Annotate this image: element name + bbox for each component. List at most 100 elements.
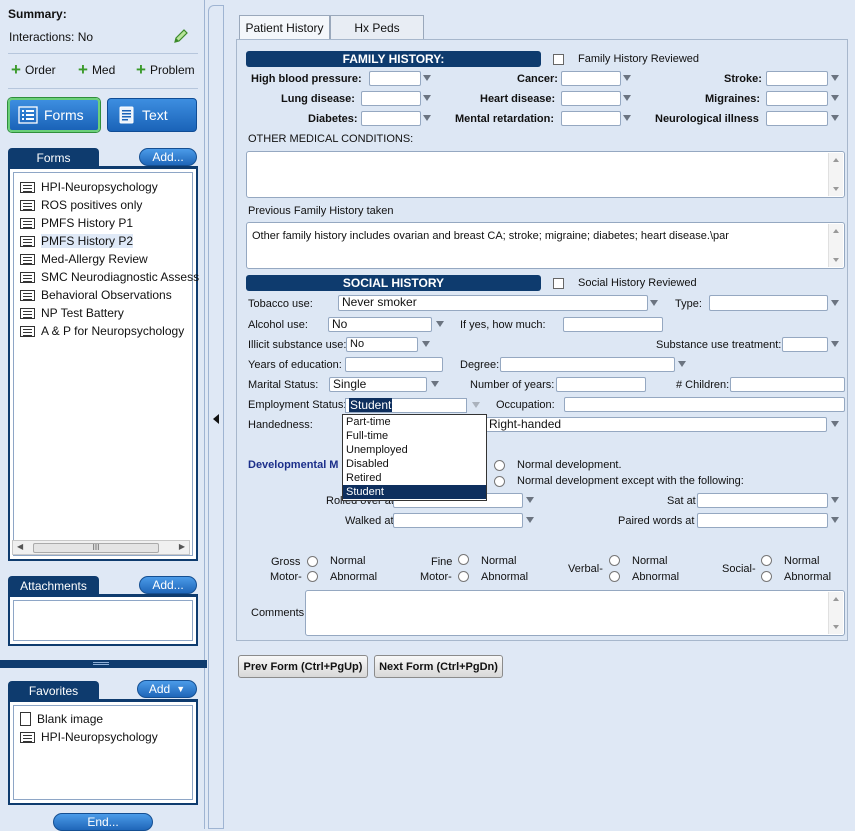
list-item[interactable]: PMFS History P1	[20, 214, 133, 232]
chevron-down-icon[interactable]	[678, 361, 686, 367]
option-part-time[interactable]: Part-time	[343, 415, 486, 429]
social-abnormal-radio[interactable]	[761, 571, 772, 582]
previous-history-textarea[interactable]: Other family history includes ovarian an…	[246, 222, 845, 269]
chevron-down-icon[interactable]	[623, 75, 631, 81]
forms-mode-button[interactable]: Forms	[8, 98, 100, 132]
tobacco-field[interactable]: Never smoker	[338, 295, 648, 311]
panel-splitter[interactable]	[0, 660, 207, 668]
list-item[interactable]: SMC Neurodiagnostic Assess	[20, 268, 199, 286]
comments-textarea[interactable]	[305, 590, 845, 636]
verbal-normal-radio[interactable]	[609, 555, 620, 566]
tab-patient-history[interactable]: Patient History	[239, 15, 330, 40]
social-history-reviewed-checkbox[interactable]	[553, 278, 564, 289]
text-mode-button[interactable]: Text	[107, 98, 197, 132]
tab-hx-peds[interactable]: Hx Peds	[330, 15, 424, 39]
chevron-down-icon[interactable]	[623, 115, 631, 121]
collapse-arrow-icon[interactable]	[213, 414, 219, 424]
other-conditions-textarea[interactable]	[246, 151, 845, 198]
sat-field[interactable]	[697, 493, 828, 508]
next-form-button[interactable]: Next Form (Ctrl+PgDn)	[374, 655, 503, 678]
chevron-down-icon[interactable]	[436, 321, 444, 327]
hbp-field[interactable]	[369, 71, 421, 86]
employment-field[interactable]: Student	[345, 398, 467, 413]
employment-dropdown[interactable]: Part-time Full-time Unemployed Disabled …	[342, 414, 487, 501]
paired-field[interactable]	[697, 513, 828, 528]
chevron-down-icon[interactable]	[472, 402, 480, 408]
normal-except-radio[interactable]	[494, 476, 505, 487]
treatment-field[interactable]	[782, 337, 828, 352]
alcohol-field[interactable]: No	[328, 317, 432, 332]
chevron-down-icon[interactable]	[422, 341, 430, 347]
chevron-down-icon[interactable]	[831, 115, 839, 121]
chevron-down-icon[interactable]	[423, 75, 431, 81]
chevron-down-icon[interactable]	[831, 300, 839, 306]
forms-list-scrollbar[interactable]: ◀ III ▶	[12, 540, 190, 555]
chevron-down-icon[interactable]	[831, 517, 839, 523]
scrollbar[interactable]	[828, 592, 843, 634]
type-field[interactable]	[709, 295, 828, 311]
list-item[interactable]: A & P for Neuropsychology	[20, 322, 184, 340]
cancer-field[interactable]	[561, 71, 621, 86]
years-field[interactable]	[556, 377, 646, 392]
heart-field[interactable]	[561, 91, 621, 106]
prev-form-button[interactable]: Prev Form (Ctrl+PgUp)	[238, 655, 368, 678]
list-item[interactable]: Blank image	[20, 710, 103, 728]
option-retired[interactable]: Retired	[343, 471, 486, 485]
add-med-button[interactable]: + Med	[78, 61, 115, 78]
chevron-down-icon[interactable]	[650, 300, 658, 306]
lung-field[interactable]	[361, 91, 421, 106]
add-favorite-button[interactable]: Add ▼	[137, 680, 197, 698]
chevron-down-icon[interactable]	[526, 517, 534, 523]
option-student[interactable]: Student	[343, 485, 486, 499]
add-attachment-button[interactable]: Add...	[139, 576, 197, 594]
fine-normal-radio[interactable]	[458, 554, 469, 565]
add-problem-button[interactable]: + Problem	[136, 61, 195, 78]
list-item[interactable]: ROS positives only	[20, 196, 142, 214]
degree-field[interactable]	[500, 357, 675, 372]
list-item[interactable]: PMFS History P2	[20, 232, 134, 250]
list-item[interactable]: Behavioral Observations	[20, 286, 172, 304]
pencil-icon[interactable]	[172, 27, 190, 45]
chevron-down-icon[interactable]	[831, 95, 839, 101]
normal-development-radio[interactable]	[494, 460, 505, 471]
scroll-left-icon[interactable]: ◀	[17, 542, 23, 551]
chevron-down-icon[interactable]	[431, 381, 439, 387]
list-item[interactable]: Med-Allergy Review	[20, 250, 148, 268]
end-button[interactable]: End...	[53, 813, 153, 831]
education-field[interactable]	[345, 357, 443, 372]
mental-field[interactable]	[561, 111, 621, 126]
add-order-button[interactable]: + Order	[11, 61, 56, 78]
walked-field[interactable]	[393, 513, 523, 528]
handedness-field[interactable]: Right-handed	[486, 417, 827, 432]
migraines-field[interactable]	[766, 91, 828, 106]
gross-abnormal-radio[interactable]	[307, 571, 318, 582]
verbal-abnormal-radio[interactable]	[609, 571, 620, 582]
chevron-down-icon[interactable]	[831, 421, 839, 427]
scroll-right-icon[interactable]: ▶	[179, 542, 185, 551]
collapse-bar[interactable]	[208, 5, 224, 829]
scrollbar[interactable]	[828, 153, 843, 196]
chevron-down-icon[interactable]	[831, 341, 839, 347]
add-form-button[interactable]: Add...	[139, 148, 197, 166]
chevron-down-icon[interactable]	[423, 115, 431, 121]
option-disabled[interactable]: Disabled	[343, 457, 486, 471]
chevron-down-icon[interactable]	[423, 95, 431, 101]
chevron-down-icon[interactable]	[526, 497, 534, 503]
marital-field[interactable]: Single	[329, 377, 427, 392]
fine-abnormal-radio[interactable]	[458, 571, 469, 582]
children-field[interactable]	[730, 377, 845, 392]
option-full-time[interactable]: Full-time	[343, 429, 486, 443]
stroke-field[interactable]	[766, 71, 828, 86]
option-unemployed[interactable]: Unemployed	[343, 443, 486, 457]
chevron-down-icon[interactable]	[623, 95, 631, 101]
scroll-thumb[interactable]: III	[33, 543, 159, 553]
illicit-field[interactable]: No	[346, 337, 418, 352]
neuro-field[interactable]	[766, 111, 828, 126]
chevron-down-icon[interactable]	[831, 497, 839, 503]
list-item[interactable]: HPI-Neuropsychology	[20, 728, 158, 746]
howmuch-field[interactable]	[563, 317, 663, 332]
list-item[interactable]: NP Test Battery	[20, 304, 124, 322]
list-item[interactable]: HPI-Neuropsychology	[20, 178, 158, 196]
gross-normal-radio[interactable]	[307, 556, 318, 567]
scrollbar[interactable]	[828, 224, 843, 267]
